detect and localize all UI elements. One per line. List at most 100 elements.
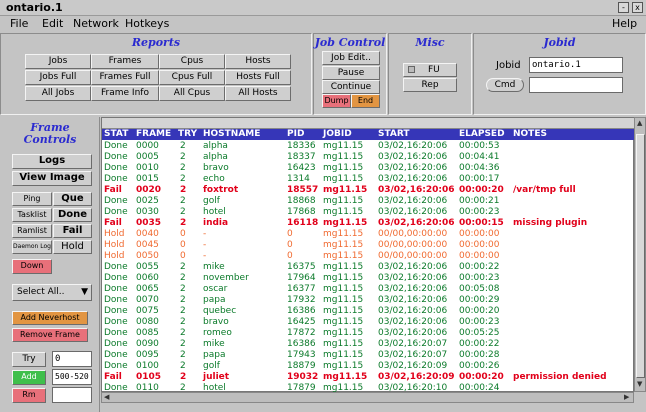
table-row[interactable]: Fail 0020 2 foxtrot 18557 mg11.15 03/02,16:20:… (102, 185, 635, 196)
add-neverhost-button[interactable]: Add Neverhost (12, 311, 88, 325)
daemon-log-button[interactable]: Daemon Log (12, 240, 52, 254)
cell-start: 03/02,16:20:07 (378, 350, 448, 360)
remove-frame-button[interactable]: Remove Frame (12, 328, 88, 342)
rm-input[interactable] (52, 387, 92, 403)
col-frame[interactable]: FRAME (136, 129, 171, 140)
cmd-input[interactable] (529, 77, 623, 93)
table-row[interactable]: Done 0070 2 papa 17932 mg11.15 03/02,16:20:06 0… (102, 295, 635, 306)
horizontal-scrollbar[interactable]: ◀ ▶ (101, 392, 634, 403)
scroll-thumb[interactable] (636, 134, 645, 378)
que-button[interactable]: Que (53, 192, 92, 206)
table-row[interactable]: Fail 0105 2 juliet 19032 mg11.15 03/02,16:20:0… (102, 372, 635, 383)
menu-file[interactable]: File (10, 17, 28, 30)
col-jobid[interactable]: JOBID (323, 129, 352, 140)
cell-jobid: mg11.15 (323, 273, 364, 283)
table-row[interactable]: Done 0010 2 bravo 16423 mg11.15 03/02,16:20:06… (102, 163, 635, 174)
col-elapsed[interactable]: ELAPSED (459, 129, 505, 140)
fu-toggle[interactable]: FU (403, 63, 457, 77)
scroll-right-icon[interactable]: ▶ (624, 393, 629, 401)
jobid-input[interactable]: ontario.1 (529, 57, 623, 73)
end-button[interactable]: End (351, 94, 380, 108)
menu-edit[interactable]: Edit (42, 17, 63, 30)
view-image-button[interactable]: View Image (12, 171, 92, 186)
cell-jobid: mg11.15 (323, 284, 364, 294)
cell-start: 03/02,16:20:06 (378, 196, 448, 206)
minimize-icon[interactable]: - (618, 2, 629, 13)
cell-host: oscar (203, 284, 228, 294)
all-jobs-button[interactable]: All Jobs (25, 86, 91, 101)
dump-button[interactable]: Dump (322, 94, 351, 108)
hosts-button[interactable]: Hosts (225, 54, 291, 69)
menu-help[interactable]: Help (612, 17, 637, 30)
col-try[interactable]: TRY (178, 129, 197, 140)
table-row[interactable]: Done 0080 2 bravo 16425 mg11.15 03/02,16:20:06… (102, 317, 635, 328)
cell-host: bravo (203, 163, 229, 173)
try-button[interactable]: Try (12, 352, 46, 367)
table-row[interactable]: Done 0100 2 golf 18879 mg11.15 03/02,16:20:09 0… (102, 361, 635, 372)
col-pid[interactable]: PID (287, 129, 304, 140)
cell-frame: 0075 (136, 306, 159, 316)
table-row[interactable]: Done 0015 2 echo 1314 mg11.15 03/02,16:20:06 00… (102, 174, 635, 185)
table-row[interactable]: Done 0090 2 mike 16386 mg11.15 03/02,16:20:07 0… (102, 339, 635, 350)
close-icon[interactable]: x (632, 2, 643, 13)
add-range-input[interactable]: 500-520 (52, 369, 92, 385)
jobs-button[interactable]: Jobs (25, 54, 91, 69)
scroll-down-icon[interactable]: ▼ (637, 380, 642, 388)
try-input[interactable]: 0 (52, 351, 92, 367)
all-hosts-button[interactable]: All Hosts (225, 86, 291, 101)
table-row[interactable]: Hold 0050 0 - 0 mg11.15 00/00,00:00:00 00:00:00 (102, 251, 635, 262)
cell-pid: 16425 (287, 317, 316, 327)
menu-hotkeys[interactable]: Hotkeys (125, 17, 169, 30)
jobs-full-button[interactable]: Jobs Full (25, 70, 91, 85)
logs-button[interactable]: Logs (12, 154, 92, 169)
ping-button[interactable]: Ping (12, 192, 52, 206)
done-button[interactable]: Done (53, 208, 92, 222)
select-dropdown[interactable]: Select All.. ▼ (12, 284, 92, 301)
continue-button[interactable]: Continue (322, 80, 380, 94)
cmd-button[interactable]: Cmd (486, 78, 524, 92)
add-button[interactable]: Add (12, 370, 46, 385)
col-stat[interactable]: STAT (104, 129, 128, 140)
table-row[interactable]: Fail 0035 2 india 16118 mg11.15 03/02,16:20:06… (102, 218, 635, 229)
table-row[interactable]: Done 0060 2 november 17964 mg11.15 03/02,16:20… (102, 273, 635, 284)
table-row[interactable]: Done 0025 2 golf 18868 mg11.15 03/02,16:20:06 0… (102, 196, 635, 207)
hosts-full-button[interactable]: Hosts Full (225, 70, 291, 85)
pause-button[interactable]: Pause (322, 66, 380, 80)
table-row[interactable]: Done 0065 2 oscar 16377 mg11.15 03/02,16:20:06… (102, 284, 635, 295)
frames-button[interactable]: Frames (91, 54, 159, 69)
all-cpus-button[interactable]: All Cpus (159, 86, 225, 101)
frame-info-button[interactable]: Frame Info (91, 86, 159, 101)
table-row[interactable]: Done 0085 2 romeo 17872 mg11.15 03/02,16:20:06… (102, 328, 635, 339)
ramlist-button[interactable]: Ramlist (12, 224, 52, 238)
table-row[interactable]: Hold 0040 0 - 0 mg11.15 00/00,00:00:00 00:00:00 (102, 229, 635, 240)
frame-controls-panel: Frame Controls Logs View Image Ping Que … (0, 117, 100, 412)
hold-button[interactable]: Hold (53, 240, 92, 254)
rep-button[interactable]: Rep (403, 78, 457, 92)
table-row[interactable]: Done 0030 2 hotel 17868 mg11.15 03/02,16:20:06… (102, 207, 635, 218)
job-edit-button[interactable]: Job Edit.. (322, 51, 380, 65)
table-row[interactable]: Done 0055 2 mike 16375 mg11.15 03/02,16:20:06 0… (102, 262, 635, 273)
table-row[interactable]: Done 0095 2 papa 17943 mg11.15 03/02,16:20:07 0… (102, 350, 635, 361)
cpus-full-button[interactable]: Cpus Full (159, 70, 225, 85)
frames-full-button[interactable]: Frames Full (91, 70, 159, 85)
table-row[interactable]: Done 0000 2 alpha 18336 mg11.15 03/02,16:20:06… (102, 141, 635, 152)
table-row[interactable]: Hold 0045 0 - 0 mg11.15 00/00,00:00:00 00:00:00 (102, 240, 635, 251)
down-button[interactable]: Down (12, 259, 52, 274)
vertical-scrollbar[interactable]: ▲ ▼ (634, 117, 646, 392)
table-row[interactable]: Done 0005 2 alpha 18337 mg11.15 03/02,16:20:06… (102, 152, 635, 163)
scroll-up-icon[interactable]: ▲ (637, 119, 642, 127)
fu-checkbox[interactable] (408, 66, 415, 73)
rm-button[interactable]: Rm (12, 388, 46, 403)
table-row[interactable]: Done 0075 2 quebec 16386 mg11.15 03/02,16:20:0… (102, 306, 635, 317)
scroll-left-icon[interactable]: ◀ (104, 393, 109, 401)
col-start[interactable]: START (378, 129, 410, 140)
tasklist-button[interactable]: Tasklist (12, 208, 52, 222)
cpus-button[interactable]: Cpus (159, 54, 225, 69)
col-hostname[interactable]: HOSTNAME (203, 129, 260, 140)
cell-stat: Done (104, 361, 128, 371)
fail-button[interactable]: Fail (53, 224, 92, 238)
title-bar: ontario.1 - x (0, 0, 646, 16)
cell-jobid: mg11.15 (323, 229, 364, 239)
col-notes[interactable]: NOTES (513, 129, 547, 140)
menu-network[interactable]: Network (73, 17, 119, 30)
